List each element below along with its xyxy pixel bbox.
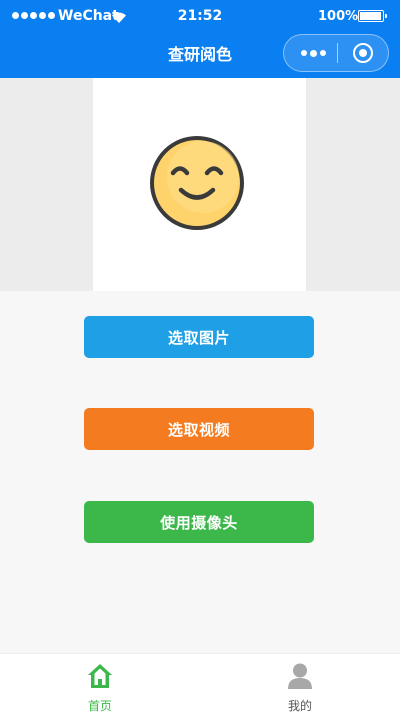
- battery-level-fill: [360, 12, 381, 20]
- tab-label-mine: 我的: [287, 699, 312, 713]
- use-camera-button[interactable]: 使用摄像头: [84, 501, 314, 543]
- battery-icon: [358, 10, 387, 22]
- pick-video-button[interactable]: 选取视频: [84, 408, 314, 450]
- header: WeChat 21:52 100% 查研阅色: [0, 0, 400, 78]
- tab-home[interactable]: 首页: [0, 654, 200, 714]
- bottom-tab-bar: 首页 我的: [0, 653, 400, 714]
- battery-percent: 100%: [318, 9, 359, 24]
- tab-label-home: 首页: [87, 699, 112, 713]
- pick-image-button[interactable]: 选取图片: [84, 316, 314, 358]
- user-icon: [288, 663, 312, 689]
- status-bar: WeChat 21:52 100%: [0, 0, 400, 34]
- mini-program-capsule: [283, 34, 389, 72]
- tab-mine[interactable]: 我的: [200, 654, 400, 714]
- image-preview: [93, 78, 306, 291]
- capsule-divider: [337, 43, 338, 63]
- close-mini-program-icon[interactable]: [353, 43, 373, 63]
- app-screen: WeChat 21:52 100% 查研阅色 选取图片 选取视频 使用摄像头 首…: [0, 0, 400, 714]
- smiling-face-emoji-icon: [150, 136, 244, 230]
- home-icon: [88, 664, 112, 688]
- more-options-icon[interactable]: [296, 45, 330, 61]
